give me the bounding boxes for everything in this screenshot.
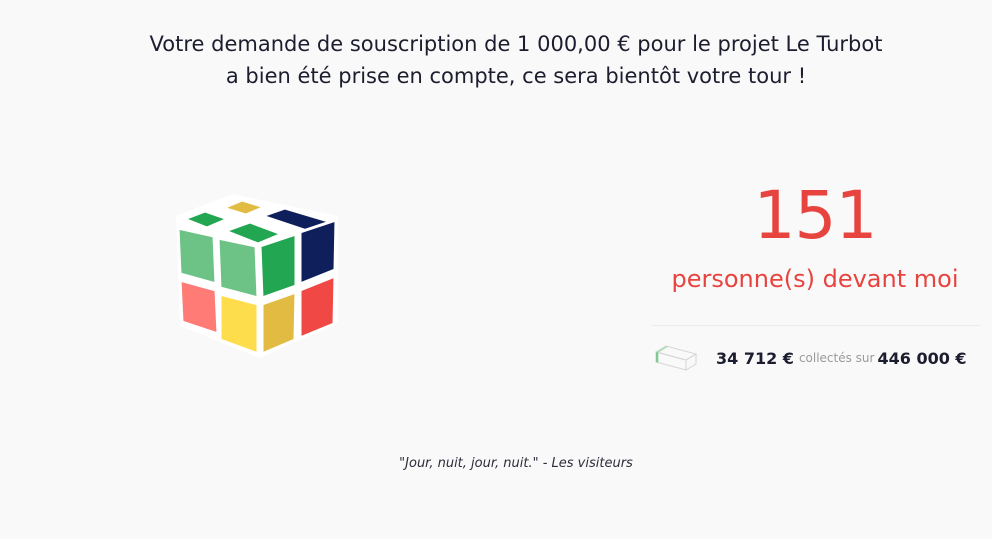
confirmation-line-1: Votre demande de souscription de 1 000,0…	[149, 32, 883, 56]
queue-label: personne(s) devant moi	[671, 265, 959, 293]
collected-amount: 34 712 €	[716, 348, 794, 368]
quote: "Jour, nuit, jour, nuit." - Les visiteur…	[399, 456, 633, 471]
confirmation-line-2: a bien été prise en compte, ce sera bien…	[225, 64, 807, 88]
progress-box-fill-top	[656, 346, 669, 353]
subscription-confirmation-page: Votre demande de souscription de 1 000,0…	[0, 0, 992, 539]
goal-amount: 446 000 €	[877, 348, 967, 368]
divider	[652, 325, 980, 326]
rubiks-cube-icon	[176, 194, 338, 358]
confirmation-message: Votre demande de souscription de 1 000,0…	[100, 28, 932, 92]
progress-box-icon	[654, 345, 698, 371]
progress-box-fill	[656, 352, 659, 363]
funding-progress: 34 712 € collectés sur 446 000 €	[652, 342, 984, 374]
collected-separator: collectés sur	[798, 351, 875, 365]
queue-position: 151 personne(s) devant moi	[650, 178, 980, 294]
queue-count: 151	[753, 177, 878, 254]
